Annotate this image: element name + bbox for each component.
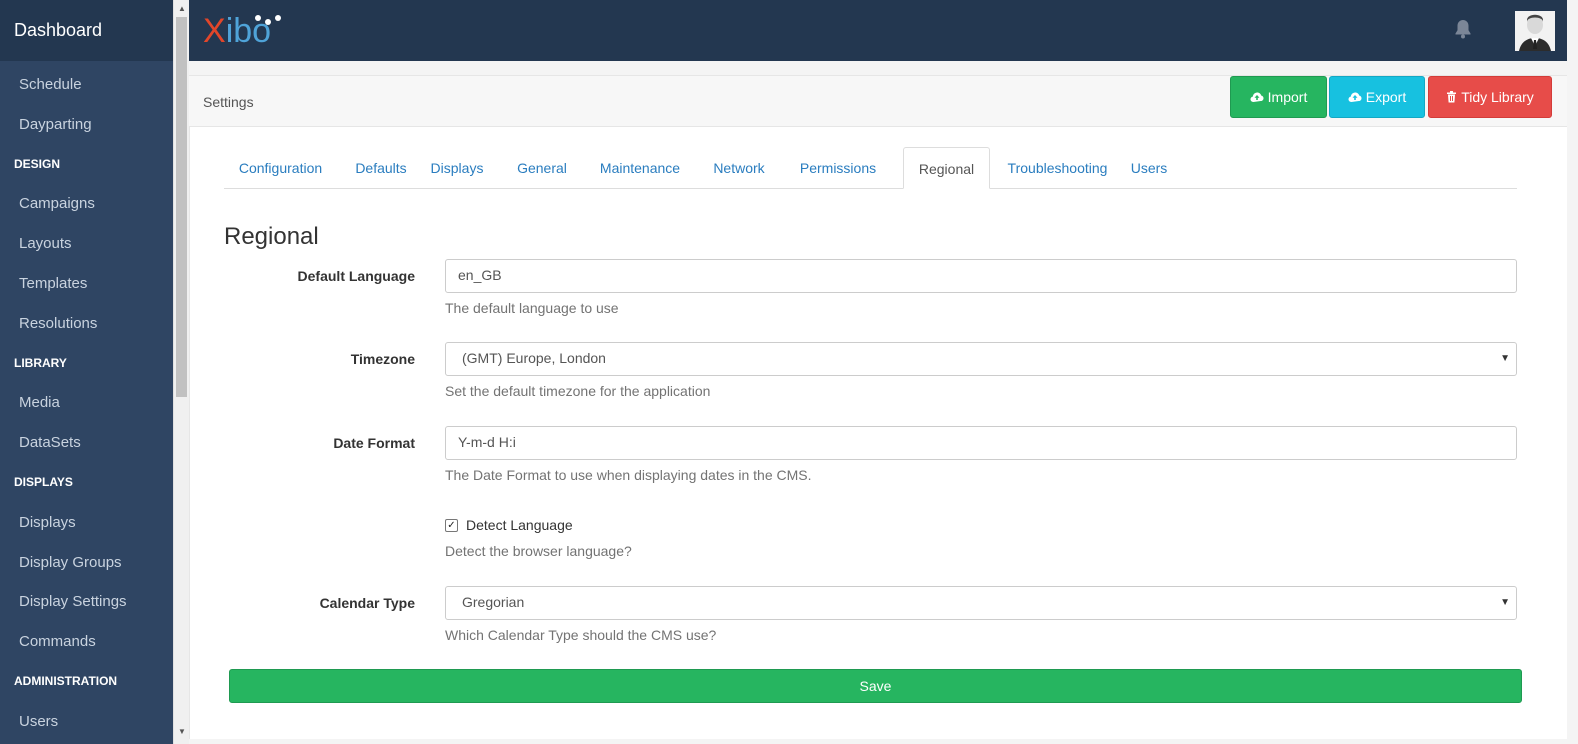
- logo-dot: [255, 15, 261, 21]
- tab-maintenance[interactable]: Maintenance: [594, 147, 686, 189]
- date-format-input[interactable]: Y-m-d H:i: [445, 426, 1517, 460]
- detect-language-label[interactable]: Detect Language: [466, 517, 573, 533]
- topbar: Xibo: [189, 0, 1567, 61]
- trash-icon: [1447, 91, 1457, 103]
- sidebar-item-campaigns[interactable]: Campaigns: [0, 184, 173, 224]
- bell-icon[interactable]: [1451, 17, 1475, 41]
- calendar-type-select[interactable]: Gregorian ▼: [445, 586, 1517, 620]
- date-format-value: Y-m-d H:i: [458, 434, 516, 450]
- cloud-download-icon: [1348, 92, 1362, 102]
- sidebar-item-users[interactable]: Users: [0, 702, 173, 742]
- settings-tabs: Configuration Defaults Displays General …: [224, 147, 1517, 189]
- timezone-label: Timezone: [350, 351, 415, 367]
- sidebar-item-commands[interactable]: Commands: [0, 622, 173, 662]
- sidebar-heading-displays: DISPLAYS: [14, 474, 73, 489]
- timezone-select[interactable]: (GMT) Europe, London ▼: [445, 342, 1517, 376]
- sidebar-item-datasets[interactable]: DataSets: [0, 423, 173, 463]
- sidebar-item-templates[interactable]: Templates: [0, 264, 173, 304]
- sidebar-item-displays[interactable]: Displays: [0, 503, 173, 543]
- logo-dot: [275, 15, 281, 21]
- tab-users[interactable]: Users: [1128, 147, 1170, 189]
- default-language-input[interactable]: en_GB: [445, 259, 1517, 293]
- sidebar-heading-administration: ADMINISTRATION: [14, 673, 118, 688]
- user-avatar-icon[interactable]: [1515, 11, 1555, 51]
- import-button[interactable]: Import: [1230, 76, 1327, 118]
- tab-troubleshooting[interactable]: Troubleshooting: [1005, 147, 1110, 189]
- sidebar: Dashboard Schedule Dayparting DESIGN Cam…: [0, 0, 173, 744]
- detect-language-row: ✓ Detect Language: [445, 517, 573, 533]
- settings-panel: Configuration Defaults Displays General …: [189, 127, 1567, 739]
- tidy-library-button[interactable]: Tidy Library: [1428, 76, 1552, 118]
- date-format-label: Date Format: [333, 435, 415, 451]
- page-title: Settings: [203, 94, 254, 110]
- tab-regional[interactable]: Regional: [903, 147, 990, 189]
- scroll-up-arrow-icon[interactable]: ▲: [174, 1, 190, 17]
- default-language-label: Default Language: [297, 268, 415, 284]
- calendar-type-label: Calendar Type: [319, 595, 415, 611]
- logo-letters-ibo: ibo: [225, 12, 272, 50]
- detect-language-help: Detect the browser language?: [445, 543, 632, 559]
- tab-permissions[interactable]: Permissions: [793, 147, 883, 189]
- save-button[interactable]: Save: [229, 669, 1522, 703]
- logo-dot: [265, 19, 271, 25]
- sidebar-item-resolutions[interactable]: Resolutions: [0, 304, 173, 344]
- export-button-label: Export: [1365, 89, 1407, 105]
- sidebar-brand-dashboard[interactable]: Dashboard: [0, 0, 173, 61]
- tidy-library-button-label: Tidy Library: [1461, 89, 1534, 105]
- sidebar-item-dayparting[interactable]: Dayparting: [0, 105, 173, 145]
- import-button-label: Import: [1267, 89, 1308, 105]
- chevron-down-icon: ▼: [1500, 353, 1510, 364]
- tab-defaults[interactable]: Defaults: [346, 147, 416, 189]
- tab-network[interactable]: Network: [708, 147, 770, 189]
- default-language-value: en_GB: [458, 267, 502, 283]
- sidebar-item-schedule[interactable]: Schedule: [0, 65, 173, 105]
- date-format-help: The Date Format to use when displaying d…: [445, 467, 812, 483]
- sidebar-heading-library: LIBRARY: [14, 355, 67, 370]
- sidebar-item-layouts[interactable]: Layouts: [0, 224, 173, 264]
- timezone-help: Set the default timezone for the applica…: [445, 383, 711, 399]
- cloud-upload-icon: [1250, 92, 1264, 102]
- section-title: Regional: [224, 223, 319, 250]
- tab-general[interactable]: General: [512, 147, 572, 189]
- page-header: Settings Import Export Tidy Library: [189, 75, 1567, 127]
- sidebar-item-display-settings[interactable]: Display Settings: [0, 582, 173, 622]
- sidebar-scrollbar[interactable]: ▲ ▼: [173, 0, 189, 744]
- timezone-value: (GMT) Europe, London: [462, 350, 606, 366]
- scroll-down-arrow-icon[interactable]: ▼: [174, 724, 190, 740]
- logo-letter-x: X: [203, 12, 226, 50]
- sidebar-heading-design: DESIGN: [14, 156, 61, 171]
- tab-displays[interactable]: Displays: [426, 147, 488, 189]
- calendar-type-value: Gregorian: [462, 594, 525, 610]
- export-button[interactable]: Export: [1329, 76, 1425, 118]
- scroll-thumb[interactable]: [176, 17, 187, 397]
- tab-configuration[interactable]: Configuration: [224, 147, 337, 189]
- xibo-logo[interactable]: Xibo: [203, 12, 281, 50]
- detect-language-checkbox[interactable]: ✓: [445, 518, 458, 532]
- default-language-help: The default language to use: [445, 300, 619, 316]
- sidebar-item-display-groups[interactable]: Display Groups: [0, 543, 173, 583]
- chevron-down-icon: ▼: [1500, 597, 1510, 608]
- calendar-type-help: Which Calendar Type should the CMS use?: [445, 627, 717, 643]
- sidebar-item-media[interactable]: Media: [0, 383, 173, 423]
